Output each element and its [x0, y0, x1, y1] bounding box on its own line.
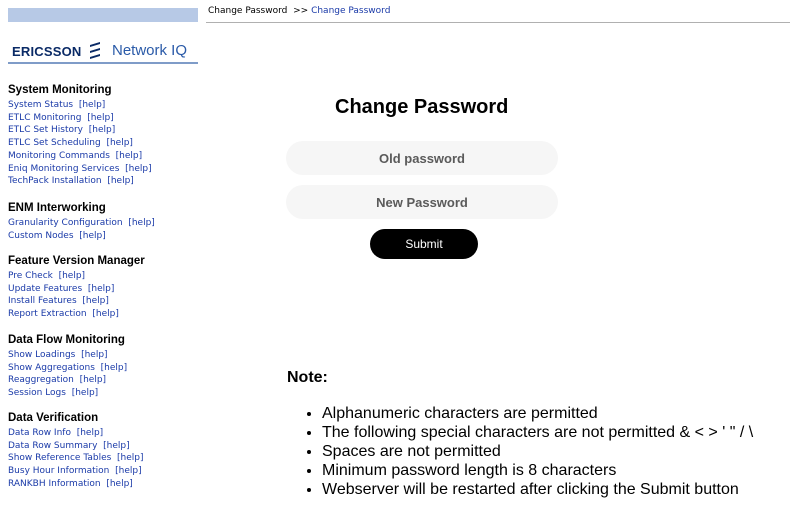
nav-item-custom-nodes: Custom Nodes [help] — [8, 230, 155, 243]
help-link[interactable]: [help] — [77, 428, 103, 438]
new-password-field[interactable] — [286, 185, 558, 219]
nav-heading: Feature Version Manager — [8, 255, 145, 267]
note-item: Spaces are not permitted — [322, 442, 753, 461]
nav-item-show-loadings: Show Loadings [help] — [8, 349, 127, 362]
nav-item-etlc-set-history: ETLC Set History [help] — [8, 124, 152, 137]
breadcrumb-root[interactable]: Change Password — [208, 6, 287, 16]
nav-item-report-extraction: Report Extraction [help] — [8, 308, 145, 321]
nav-item-rankbh-information: RANKBH Information [help] — [8, 478, 144, 491]
help-link[interactable]: [help] — [107, 176, 133, 186]
nav-link[interactable]: Monitoring Commands — [8, 151, 110, 161]
nav-link[interactable]: Data Row Info — [8, 428, 71, 438]
submit-button[interactable]: Submit — [370, 229, 478, 259]
nav-section-data-verification: Data Verification Data Row Info [help] D… — [8, 411, 144, 491]
help-link[interactable]: [help] — [103, 441, 129, 451]
nav-link[interactable]: RANKBH Information — [8, 479, 101, 489]
logo-product-name: Network IQ — [112, 42, 188, 59]
nav-link[interactable]: Session Logs — [8, 388, 66, 398]
note-item: Alphanumeric characters are permitted — [322, 404, 753, 423]
help-link[interactable]: [help] — [101, 363, 127, 373]
help-link[interactable]: [help] — [59, 271, 85, 281]
nav-link[interactable]: System Status — [8, 100, 73, 110]
help-link[interactable]: [help] — [79, 231, 105, 241]
nav-item-update-features: Update Features [help] — [8, 283, 145, 296]
nav-link[interactable]: Granularity Configuration — [8, 218, 123, 228]
breadcrumb-separator: >> — [293, 6, 309, 16]
note-item: The following special characters are not… — [322, 423, 753, 442]
nav-heading: Data Flow Monitoring — [8, 334, 125, 346]
help-link[interactable]: [help] — [125, 164, 151, 174]
nav-link[interactable]: Show Loadings — [8, 350, 75, 360]
nav-item-install-features: Install Features [help] — [8, 295, 145, 308]
nav-item-session-logs: Session Logs [help] — [8, 387, 127, 400]
nav-item-eniq-monitoring-services: Eniq Monitoring Services [help] — [8, 163, 152, 176]
nav-link[interactable]: Pre Check — [8, 271, 53, 281]
nav-link[interactable]: Show Reference Tables — [8, 453, 111, 463]
help-link[interactable]: [help] — [116, 151, 142, 161]
nav-link[interactable]: Install Features — [8, 296, 77, 306]
help-link[interactable]: [help] — [88, 284, 114, 294]
nav-link[interactable]: Show Aggregations — [8, 363, 95, 373]
logo: ERICSSON Network IQ — [8, 8, 198, 64]
logo-company-name: ERICSSON — [12, 44, 82, 59]
nav-heading: Data Verification — [8, 412, 99, 424]
help-link[interactable]: [help] — [87, 113, 113, 123]
nav-link[interactable]: ETLC Set History — [8, 125, 83, 135]
help-link[interactable]: [help] — [80, 375, 106, 385]
nav-item-data-row-info: Data Row Info [help] — [8, 427, 144, 440]
nav-item-techpack-installation: TechPack Installation [help] — [8, 175, 152, 188]
help-link[interactable]: [help] — [106, 138, 132, 148]
help-link[interactable]: [help] — [115, 466, 141, 476]
old-password-field[interactable] — [286, 141, 558, 175]
breadcrumb: Change Password >> Change Password — [208, 6, 390, 16]
note-list: Alphanumeric characters are permitted Th… — [302, 404, 753, 499]
nav-link[interactable]: ETLC Set Scheduling — [8, 138, 101, 148]
header-divider — [206, 22, 790, 23]
nav-link[interactable]: TechPack Installation — [8, 176, 102, 186]
help-link[interactable]: [help] — [79, 100, 105, 110]
help-link[interactable]: [help] — [128, 218, 154, 228]
nav-section-feature-version-manager: Feature Version Manager Pre Check [help]… — [8, 254, 145, 321]
page-title: Change Password — [335, 96, 509, 118]
nav-heading: ENM Interworking — [8, 202, 106, 214]
nav-item-busy-hour-information: Busy Hour Information [help] — [8, 465, 144, 478]
note-item: Minimum password length is 8 characters — [322, 461, 753, 480]
nav-item-granularity-configuration: Granularity Configuration [help] — [8, 217, 155, 230]
nav-link[interactable]: Eniq Monitoring Services — [8, 164, 119, 174]
nav-section-enm-interworking: ENM Interworking Granularity Configurati… — [8, 201, 155, 242]
help-link[interactable]: [help] — [106, 479, 132, 489]
nav-link[interactable]: Reaggregation — [8, 375, 74, 385]
sidebar: ERICSSON Network IQ System Monitoring Sy… — [0, 0, 200, 506]
nav-heading: System Monitoring — [8, 84, 112, 96]
nav-link[interactable]: Busy Hour Information — [8, 466, 109, 476]
help-link[interactable]: [help] — [89, 125, 115, 135]
nav-item-monitoring-commands: Monitoring Commands [help] — [8, 150, 152, 163]
ericsson-logo-icon — [90, 42, 100, 59]
help-link[interactable]: [help] — [82, 296, 108, 306]
note-item: Webserver will be restarted after clicki… — [322, 480, 753, 499]
nav-item-reaggregation: Reaggregation [help] — [8, 374, 127, 387]
nav-link[interactable]: Update Features — [8, 284, 82, 294]
nav-link[interactable]: ETLC Monitoring — [8, 113, 81, 123]
nav-section-system-monitoring: System Monitoring System Status [help] E… — [8, 83, 152, 188]
nav-item-data-row-summary: Data Row Summary [help] — [8, 440, 144, 453]
nav-section-data-flow-monitoring: Data Flow Monitoring Show Loadings [help… — [8, 333, 127, 400]
nav-link[interactable]: Data Row Summary — [8, 441, 97, 451]
help-link[interactable]: [help] — [92, 309, 118, 319]
nav-item-etlc-monitoring: ETLC Monitoring [help] — [8, 112, 152, 125]
nav-link[interactable]: Custom Nodes — [8, 231, 74, 241]
nav-item-etlc-set-scheduling: ETLC Set Scheduling [help] — [8, 137, 152, 150]
nav-item-pre-check: Pre Check [help] — [8, 270, 145, 283]
help-link[interactable]: [help] — [117, 453, 143, 463]
nav-item-show-aggregations: Show Aggregations [help] — [8, 362, 127, 375]
nav-link[interactable]: Report Extraction — [8, 309, 87, 319]
nav-item-system-status: System Status [help] — [8, 99, 152, 112]
breadcrumb-current[interactable]: Change Password — [311, 6, 390, 16]
nav-item-show-reference-tables: Show Reference Tables [help] — [8, 452, 144, 465]
help-link[interactable]: [help] — [81, 350, 107, 360]
note-title: Note: — [287, 369, 328, 386]
help-link[interactable]: [help] — [72, 388, 98, 398]
